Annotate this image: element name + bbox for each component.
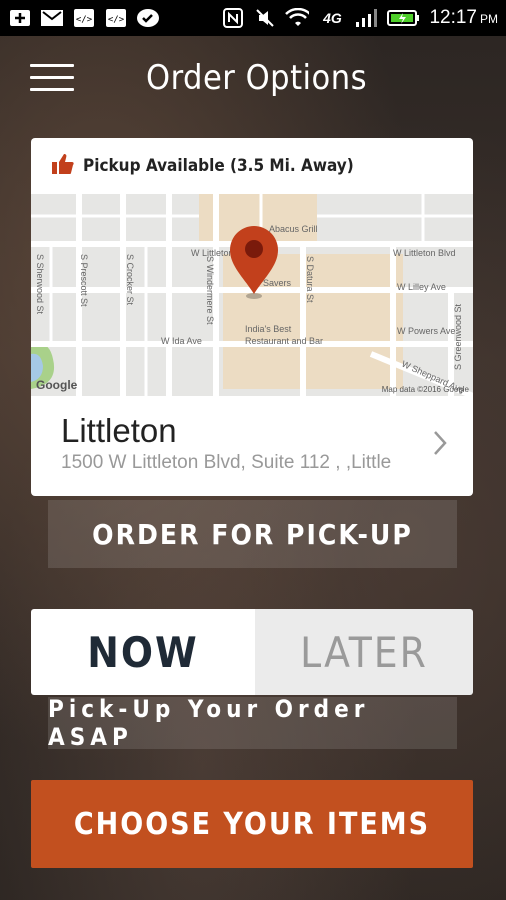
- pickup-availability: Pickup Available (3.5 Mi. Away): [31, 138, 473, 194]
- map-label: S Prescott St: [79, 254, 89, 307]
- wifi-icon: [285, 8, 310, 28]
- add-icon: [8, 8, 32, 28]
- check-chat-icon: [136, 8, 160, 28]
- thumbs-up-icon: [51, 153, 75, 180]
- location-row[interactable]: Littleton 1500 W Littleton Blvd, Suite 1…: [31, 396, 473, 496]
- map-label: Abacus Grill: [269, 224, 318, 234]
- now-button[interactable]: NOW: [31, 609, 255, 695]
- code-icon: </>: [72, 8, 96, 28]
- signal-icon: [355, 8, 379, 28]
- map-label: S Datura St: [305, 256, 315, 303]
- chevron-right-icon[interactable]: [433, 430, 447, 461]
- location-address: 1500 W Littleton Blvd, Suite 112 , ,Litt…: [61, 452, 391, 473]
- map-attribution: Map data ©2016 Google: [382, 385, 470, 394]
- menu-icon[interactable]: [30, 64, 74, 96]
- pickup-available-label: Pickup Available (3.5 Mi. Away): [83, 156, 354, 176]
- clock: 12:17 PM: [429, 7, 498, 28]
- app-bar: Order Options: [0, 36, 506, 122]
- map[interactable]: Abacus Grill W Littleton W Littleton Blv…: [31, 194, 473, 399]
- page-title: Order Options: [146, 58, 368, 98]
- order-for-pickup-button[interactable]: ORDER FOR PICK-UP: [48, 500, 457, 568]
- later-button[interactable]: LATER: [255, 609, 473, 695]
- map-label: Restaurant and Bar: [245, 336, 323, 346]
- location-card: Pickup Available (3.5 Mi. Away) Abacus G…: [31, 138, 473, 496]
- map-label: W Powers Ave: [397, 326, 455, 336]
- choose-items-button[interactable]: CHOOSE YOUR ITEMS: [31, 780, 473, 868]
- map-label: S Greenwood St: [453, 304, 463, 371]
- map-label: Savers: [263, 278, 292, 288]
- network-type-icon: 4G: [323, 10, 342, 26]
- google-logo: Google: [36, 378, 78, 392]
- svg-text:</>: </>: [108, 15, 125, 25]
- timing-toggle: NOW LATER: [31, 609, 473, 695]
- map-label: W Lilley Ave: [397, 282, 446, 292]
- map-label: W Littleton Blvd: [393, 248, 456, 258]
- map-label: S Sherwood St: [35, 254, 45, 315]
- mute-icon: [253, 8, 277, 28]
- code-icon: </>: [104, 8, 128, 28]
- map-label: S Crocker St: [125, 254, 135, 306]
- mail-icon: [40, 8, 64, 28]
- map-label: India's Best: [245, 324, 292, 334]
- location-name: Littleton: [61, 412, 177, 449]
- battery-icon: [387, 8, 421, 28]
- nfc-icon: [221, 8, 245, 28]
- asap-label: Pick-Up Your Order ASAP: [48, 695, 457, 751]
- map-label: W Ida Ave: [161, 336, 202, 346]
- status-bar: </> </> 4G 12:17 PM: [0, 0, 506, 36]
- map-label: S Windermere St: [205, 256, 215, 325]
- svg-text:</>: </>: [76, 15, 93, 25]
